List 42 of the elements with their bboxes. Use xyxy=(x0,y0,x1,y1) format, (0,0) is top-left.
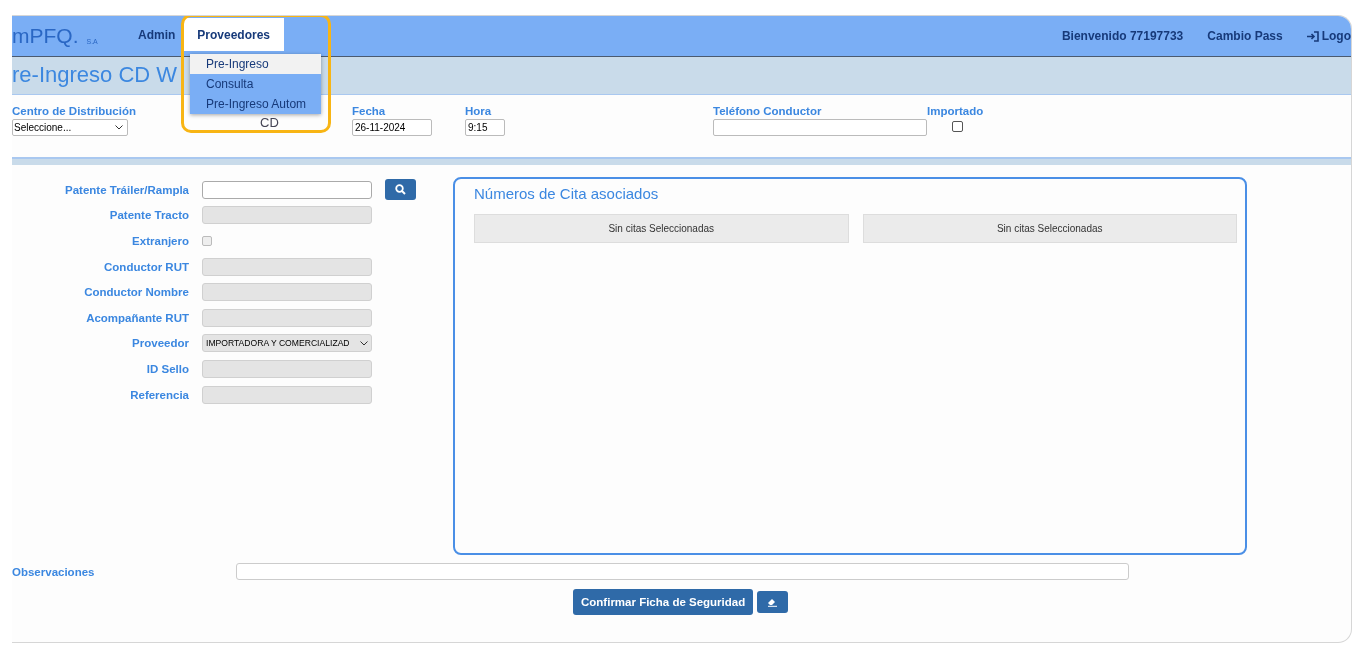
input-field[interactable] xyxy=(202,180,372,199)
chevron-down-icon xyxy=(115,125,123,130)
column-header: Sin citas Seleccionadas xyxy=(862,214,1237,243)
confirm-button[interactable]: Confirmar Ficha de Seguridad xyxy=(573,589,754,615)
field-label: ID Sello xyxy=(145,362,189,375)
field-label: Observaciones xyxy=(12,565,96,578)
search-icon xyxy=(395,184,406,196)
welcome-text: Bienvenido 77197733 xyxy=(1061,28,1184,45)
field-label: Acompañante RUT xyxy=(85,311,189,324)
field-label: Importado xyxy=(927,105,984,117)
change-password-link[interactable]: Cambio Pass xyxy=(1207,16,1283,56)
input-field[interactable]: 9:15 xyxy=(465,119,505,136)
field-label: Extranjero xyxy=(131,235,189,247)
field-label: Proveedor xyxy=(131,337,189,350)
column-header: Sin citas Seleccionadas xyxy=(474,214,849,243)
chevron-down-icon xyxy=(360,340,368,346)
field-label: Hora xyxy=(465,105,493,117)
nav-menu-item[interactable]: Proveedores xyxy=(183,18,285,51)
search-button[interactable] xyxy=(385,179,416,201)
field-label: Patente Tráiler/Rampla xyxy=(64,183,189,196)
eraser-icon xyxy=(767,597,779,607)
page-title: re-Ingreso CD W xyxy=(12,61,178,89)
input-field[interactable]: 26-11-2024 xyxy=(352,119,432,136)
field-label: Patente Tracto xyxy=(108,209,189,222)
nav-menu-item[interactable]: Admin xyxy=(130,18,184,51)
field-label: Teléfono Conductor xyxy=(713,105,823,117)
checkbox[interactable] xyxy=(952,121,963,132)
dropdown-item[interactable]: Pre-Ingreso Autom xyxy=(190,94,321,114)
input-field[interactable] xyxy=(713,119,927,136)
dropdown-item[interactable]: Consulta xyxy=(190,74,321,94)
distribution-center-select[interactable]: Seleccione... xyxy=(12,119,128,136)
logout-link[interactable]: Logo xyxy=(1306,16,1351,56)
field-label: Referencia xyxy=(129,388,189,401)
sign-in-icon xyxy=(1306,30,1319,42)
field-label: Fecha xyxy=(352,105,387,117)
input-field[interactable] xyxy=(236,563,1129,580)
dropdown-item[interactable]: Pre-Ingreso xyxy=(190,54,321,74)
field-label: Conductor Nombre xyxy=(83,286,189,299)
logo-text: mPFQ. xyxy=(12,24,79,48)
panel-title: Números de Cita asociados xyxy=(474,185,660,202)
field-label: Conductor RUT xyxy=(103,260,189,273)
eraser-button[interactable] xyxy=(757,591,789,613)
